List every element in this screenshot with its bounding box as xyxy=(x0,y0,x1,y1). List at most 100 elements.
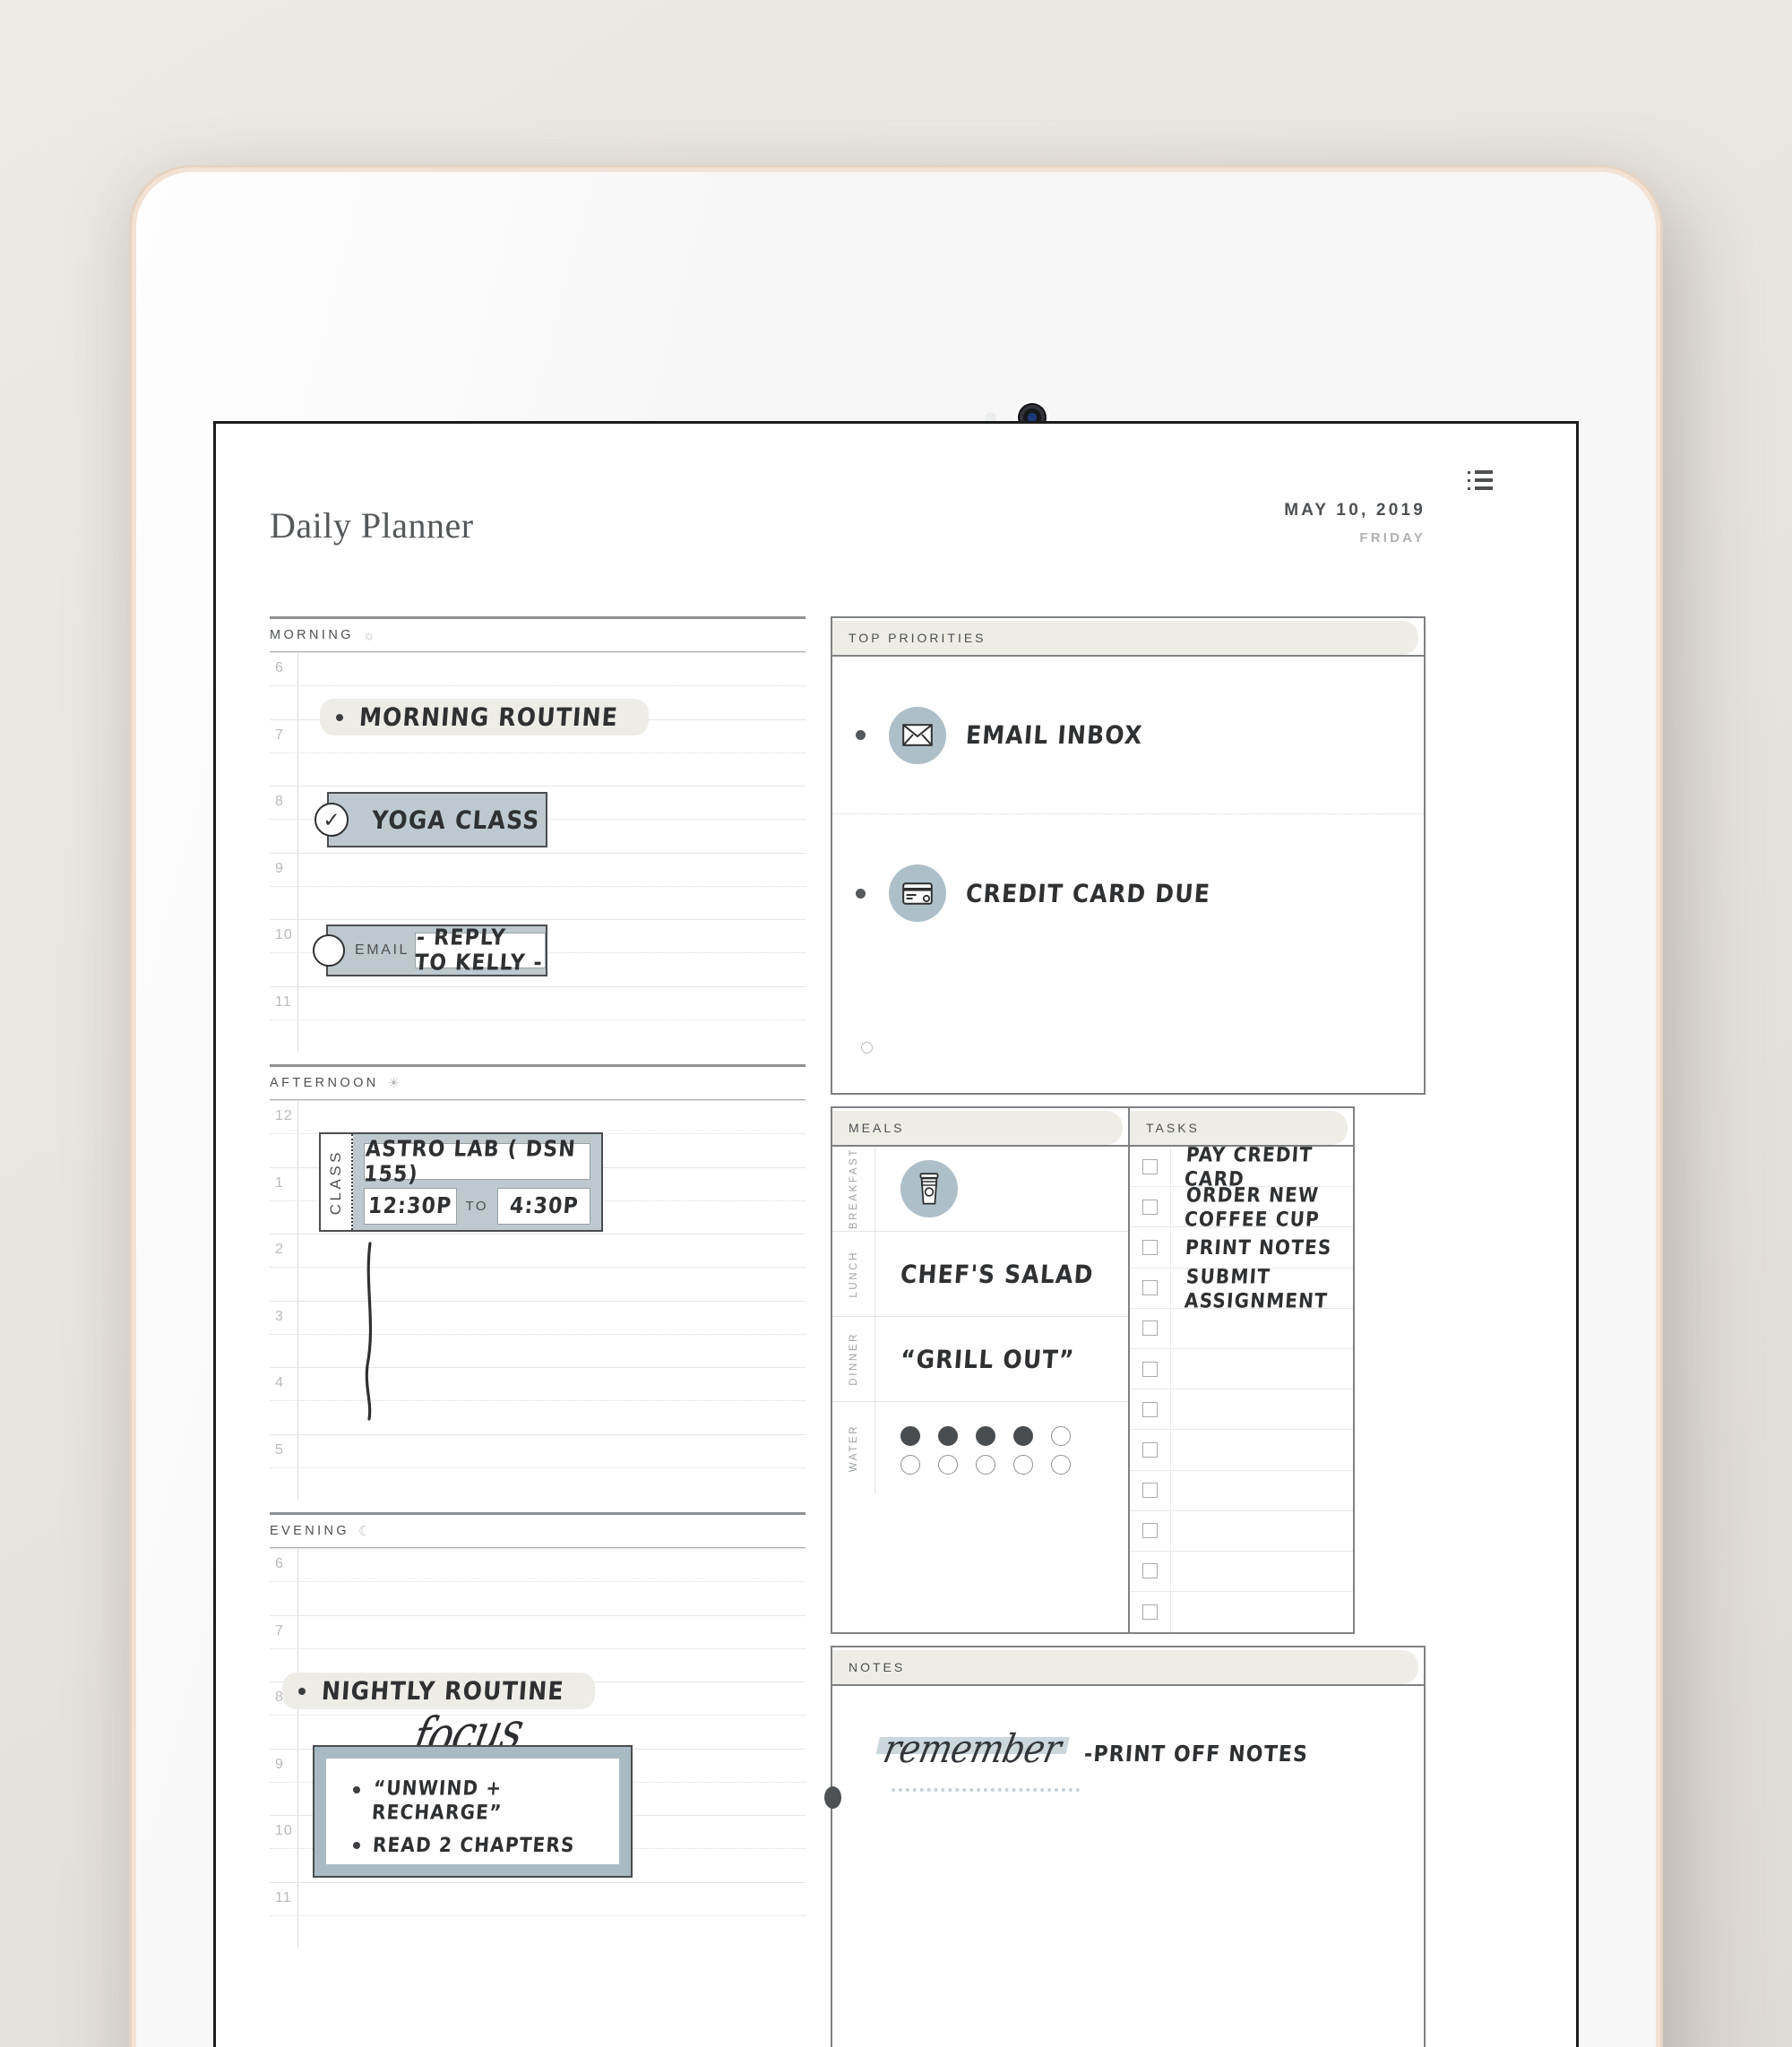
hour-label: 6 xyxy=(275,1556,284,1571)
focus-box-inner: “UNWIND + RECHARGE” READ 2 CHAPTERS xyxy=(326,1759,619,1864)
water-drop-filled[interactable] xyxy=(1013,1425,1033,1446)
meal-row-breakfast[interactable]: BREAKFAST xyxy=(832,1147,1128,1232)
class-time-row: 12:30P TO 4:30P xyxy=(363,1188,590,1225)
meal-label: LUNCH xyxy=(832,1232,875,1316)
priority-item[interactable]: EMAIL INBOX xyxy=(832,657,1424,814)
priority-item[interactable]: CREDIT CARD DUE xyxy=(832,814,1424,972)
meal-row-lunch[interactable]: LUNCH CHEF'S SALAD xyxy=(832,1232,1128,1317)
task-row[interactable] xyxy=(1130,1348,1353,1390)
water-tracker[interactable] xyxy=(875,1402,1128,1494)
entry-label: EMAIL xyxy=(355,942,410,958)
section-header-morning: MORNING ☼ xyxy=(270,616,806,652)
section-header-evening: EVENING ☾ xyxy=(270,1512,806,1548)
hour-label: 11 xyxy=(275,993,292,1010)
task-row[interactable] xyxy=(1130,1551,1353,1593)
meal-value: “GRILL OUT” xyxy=(899,1344,1076,1374)
envelope-icon xyxy=(889,706,946,764)
task-checkbox[interactable] xyxy=(1142,1239,1158,1255)
notes-script-label: remember xyxy=(872,1725,1073,1772)
class-title: ASTRO LAB ( DSN 155) xyxy=(362,1136,577,1187)
task-row[interactable] xyxy=(1130,1470,1353,1511)
entry-input-field[interactable]: - REPLY TO KELLY - xyxy=(414,925,546,976)
task-row[interactable] xyxy=(1130,1430,1353,1471)
task-checkbox[interactable] xyxy=(1142,1604,1158,1621)
meal-content[interactable]: CHEF'S SALAD xyxy=(875,1232,1128,1316)
task-row[interactable] xyxy=(1130,1389,1353,1431)
task-row[interactable]: ORDER NEW COFFEE CUP xyxy=(1130,1183,1353,1231)
entry-text: YOGA CLASS xyxy=(370,804,541,835)
task-row[interactable]: SUBMIT ASSIGNMENT xyxy=(1130,1264,1353,1312)
hour-label: 7 xyxy=(275,727,284,743)
water-drop-filled[interactable] xyxy=(900,1425,920,1446)
water-drop-filled[interactable] xyxy=(976,1425,995,1446)
notes-body[interactable]: remember -PRINT OFF NOTES xyxy=(824,1686,1424,2047)
panel-header-pill: TASKS xyxy=(1130,1111,1348,1145)
entry-text: MORNING ROUTINE xyxy=(358,702,620,732)
meal-content[interactable]: “GRILL OUT” xyxy=(875,1317,1128,1401)
task-checkbox[interactable] xyxy=(1142,1158,1158,1174)
task-checkbox[interactable] xyxy=(1142,1523,1158,1539)
morning-grid[interactable]: 6 7 8 9 10 11 MORNING ROUTINE ✓ YOGA CLA… xyxy=(270,652,806,1053)
tablet-device: Daily Planner MAY 10, 2019 FRIDAY MORNIN… xyxy=(136,172,1656,2047)
task-row[interactable] xyxy=(1130,1308,1353,1349)
panel-title: MEALS xyxy=(849,1121,905,1135)
water-drop-empty[interactable] xyxy=(1051,1454,1071,1475)
panel-meals: MEALS BREAKFAST LUNCH CHEF'S SALAD DINNE… xyxy=(831,1106,1130,1635)
class-start-field[interactable]: 12:30P xyxy=(363,1188,457,1225)
hour-label: 10 xyxy=(275,1823,293,1838)
meal-row-dinner[interactable]: DINNER “GRILL OUT” xyxy=(832,1317,1128,1402)
bullet-icon xyxy=(336,713,343,721)
section-title: EVENING xyxy=(270,1524,350,1538)
schedule-entry-email[interactable]: EMAIL - REPLY TO KELLY - xyxy=(313,925,547,976)
evening-grid[interactable]: 6 7 8 9 10 11 NIGHTLY ROUTINE focus “UNW… xyxy=(270,1548,806,1948)
water-drop-filled[interactable] xyxy=(938,1425,958,1446)
task-checkbox[interactable] xyxy=(1142,1320,1158,1337)
panel-header: TASKS xyxy=(1130,1111,1353,1147)
credit-card-icon xyxy=(889,864,946,922)
water-drop-empty[interactable] xyxy=(1013,1454,1033,1475)
task-row[interactable]: PAY CREDIT CARD xyxy=(1130,1142,1353,1191)
list-menu-icon[interactable] xyxy=(1468,470,1495,494)
priority-text: CREDIT CARD DUE xyxy=(964,878,1212,908)
class-end-field[interactable]: 4:30P xyxy=(497,1188,590,1225)
task-row[interactable] xyxy=(1130,1592,1353,1633)
bullet-icon xyxy=(856,888,866,899)
schedule-entry-class[interactable]: CLASS ASTRO LAB ( DSN 155) 12:30P TO 4:3… xyxy=(319,1132,603,1232)
checkbox-unchecked-icon[interactable] xyxy=(313,934,345,967)
checkbox-checked-icon[interactable]: ✓ xyxy=(314,803,349,837)
schedule-entry-nightly-routine[interactable]: NIGHTLY ROUTINE xyxy=(282,1673,595,1709)
water-drop-empty[interactable] xyxy=(900,1454,920,1475)
class-title-field[interactable]: ASTRO LAB ( DSN 155) xyxy=(363,1137,590,1187)
afternoon-grid[interactable]: 12 1 2 3 4 5 CLASS ASTRO LAB (DSN 155) … xyxy=(270,1100,806,1501)
panel-title: TOP PRIORITIES xyxy=(849,631,986,645)
task-checkbox[interactable] xyxy=(1142,1483,1158,1499)
priorities-body[interactable]: EMAIL INBOX CREDIT CARD DUE xyxy=(832,657,1424,1093)
class-body: ASTRO LAB ( DSN 155) 12:30P TO 4:30P xyxy=(353,1134,601,1230)
notes-bead-marker xyxy=(824,1786,841,1810)
meal-row-water[interactable]: WATER xyxy=(832,1402,1128,1494)
panel-top-priorities: TOP PRIORITIES EMAIL INBOX CREDIT CARD D… xyxy=(831,616,1426,1095)
meal-content[interactable] xyxy=(875,1147,1128,1231)
task-checkbox[interactable] xyxy=(1142,1563,1158,1579)
task-checkbox[interactable] xyxy=(1142,1280,1158,1296)
water-drop-empty[interactable] xyxy=(938,1454,958,1475)
task-row[interactable] xyxy=(1130,1510,1353,1552)
schedule-entry-morning-routine[interactable]: MORNING ROUTINE xyxy=(320,699,649,735)
task-checkbox[interactable] xyxy=(1142,1199,1158,1215)
task-checkbox[interactable] xyxy=(1142,1361,1158,1377)
panel-header-pill: TOP PRIORITIES xyxy=(832,621,1418,655)
bullet-icon xyxy=(856,730,866,740)
panel-header: MEALS xyxy=(832,1111,1128,1147)
task-row[interactable]: PRINT NOTES xyxy=(1130,1227,1353,1269)
sun-icon: ☀ xyxy=(387,1075,401,1091)
hour-label: 9 xyxy=(275,860,284,876)
water-drop-empty[interactable] xyxy=(976,1454,995,1475)
water-drop-empty[interactable] xyxy=(1051,1425,1071,1446)
focus-box[interactable]: “UNWIND + RECHARGE” READ 2 CHAPTERS xyxy=(313,1745,633,1878)
schedule-entry-yoga-class[interactable]: ✓ YOGA CLASS xyxy=(314,792,547,847)
empty-priority-slot-icon[interactable] xyxy=(861,1042,873,1054)
focus-item: “UNWIND + RECHARGE” xyxy=(353,1776,603,1824)
task-checkbox[interactable] xyxy=(1142,1441,1158,1458)
task-checkbox[interactable] xyxy=(1142,1401,1158,1417)
hour-label: 2 xyxy=(275,1242,284,1257)
